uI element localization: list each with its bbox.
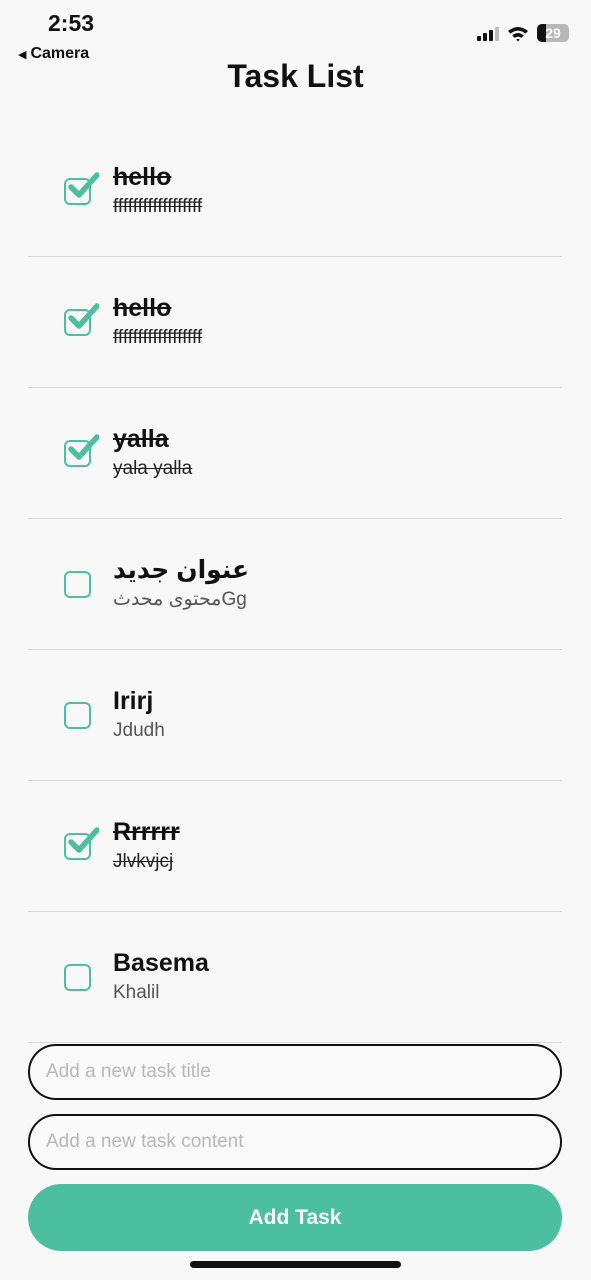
task-content: Jlvkvjcj	[113, 851, 174, 872]
task-content: محتوى محدثGg	[113, 589, 247, 610]
task-text: Rrrrrr Jlvkvjcj	[113, 817, 180, 875]
add-task-button[interactable]: Add Task	[28, 1184, 562, 1251]
screen: 2:53 ◀ Camera 29 Task List hello ffffffff…	[0, 0, 591, 1280]
task-title: yalla	[113, 425, 169, 453]
task-title: Irirj	[113, 687, 154, 715]
task-title: hello	[113, 294, 172, 322]
home-indicator	[190, 1261, 401, 1268]
task-title: hello	[113, 163, 172, 191]
checkbox-unchecked[interactable]	[64, 701, 91, 729]
checkmark-icon	[68, 433, 99, 460]
checkbox-checked[interactable]	[64, 171, 99, 205]
task-text: Irirj Jdudh	[113, 686, 165, 744]
checkbox-unchecked[interactable]	[64, 570, 91, 598]
task-list: hello ffffffffffffffffff hello ffffffffffff…	[28, 126, 562, 1043]
checkbox-checked[interactable]	[64, 302, 99, 336]
task-content: Jdudh	[113, 720, 165, 741]
task-row: Irirj Jdudh	[28, 650, 562, 781]
task-text: hello ffffffffffffffffff	[113, 162, 202, 220]
task-row: Basema Khalil	[28, 912, 562, 1043]
task-content: Khalil	[113, 982, 160, 1003]
task-text: Basema Khalil	[113, 948, 209, 1006]
task-row: hello ffffffffffffffffff	[28, 257, 562, 388]
task-content-input[interactable]	[28, 1114, 562, 1170]
task-content: ffffffffffffffffff	[113, 327, 203, 348]
status-icons: 29	[477, 24, 569, 42]
task-title-input[interactable]	[28, 1044, 562, 1100]
task-text: yalla yala yalla	[113, 424, 192, 482]
cellular-signal-icon	[477, 25, 499, 41]
task-title: عنوان جديد	[113, 556, 250, 584]
checkmark-icon	[68, 826, 99, 853]
task-title: Basema	[113, 949, 209, 977]
status-time: 2:53	[48, 10, 95, 36]
task-row: Rrrrrr Jlvkvjcj	[28, 781, 562, 912]
checkmark-icon	[68, 302, 99, 329]
task-content: yala yalla	[113, 458, 193, 479]
battery-level: 29	[545, 25, 561, 41]
task-row: عنوان جديد محتوى محدثGg	[28, 519, 562, 650]
wifi-icon	[508, 26, 528, 41]
task-title: Rrrrrr	[113, 818, 180, 846]
battery-icon: 29	[537, 24, 569, 42]
checkbox-unchecked[interactable]	[64, 963, 91, 991]
page-title: Task List	[227, 58, 364, 94]
task-content: ffffffffffffffffff	[113, 196, 203, 217]
task-row: yalla yala yalla	[28, 388, 562, 519]
task-text: عنوان جديد محتوى محدثGg	[113, 555, 249, 613]
task-text: hello ffffffffffffffffff	[113, 293, 202, 351]
checkmark-icon	[68, 171, 99, 198]
checkbox-checked[interactable]	[64, 826, 99, 860]
task-row: hello ffffffffffffffffff	[28, 126, 562, 257]
checkbox-checked[interactable]	[64, 433, 99, 467]
